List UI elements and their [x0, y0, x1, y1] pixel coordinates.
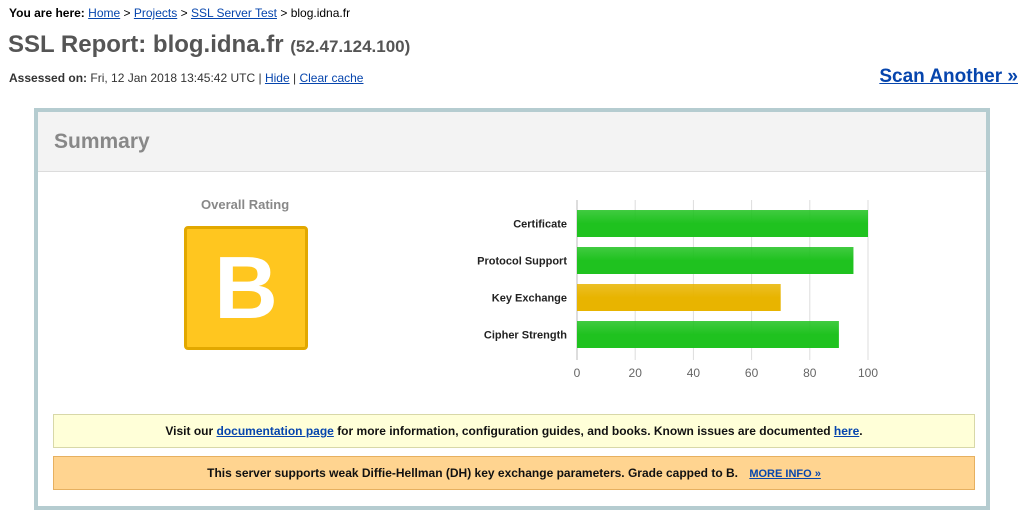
docs-text-a: Visit our	[165, 424, 214, 438]
x-tick-label: 0	[574, 366, 581, 380]
rating-bar-chart: 0 20 40 60 80 100 Certificate Protocol Support K…	[477, 200, 878, 380]
breadcrumb-separator: >	[123, 6, 131, 20]
breadcrumb-separator: >	[280, 6, 288, 20]
docs-text-b: for more information, configuration guid…	[337, 424, 831, 438]
assessment-info: Assessed on: Fri, 12 Jan 2018 13:45:42 U…	[9, 71, 363, 85]
category-label: Cipher Strength	[484, 330, 567, 342]
server-ip: (52.47.124.100)	[290, 37, 411, 56]
breadcrumb-ssl-test-link[interactable]: SSL Server Test	[191, 6, 277, 20]
x-tick-label: 60	[745, 366, 759, 380]
scan-another-link[interactable]: Scan Another »	[879, 66, 1018, 88]
separator: |	[292, 71, 297, 85]
bar-protocol-support	[577, 247, 854, 274]
breadcrumb-current: blog.idna.fr	[290, 6, 351, 20]
docs-text-c: .	[859, 424, 863, 438]
more-info-link[interactable]: MORE INFO »	[749, 468, 821, 480]
documentation-notice: Visit our documentation page for more in…	[53, 414, 975, 448]
category-label: Key Exchange	[492, 293, 567, 305]
overall-rating-label: Overall Rating	[201, 197, 290, 212]
bar-cipher-strength	[577, 321, 839, 348]
x-tick-label: 100	[858, 366, 878, 380]
bar-certificate	[577, 210, 868, 237]
bar-key-exchange	[577, 284, 781, 311]
page-title: SSL Report: blog.idna.fr (52.47.124.100)	[8, 31, 410, 59]
assessed-label: Assessed on:	[9, 71, 88, 85]
breadcrumb-home-link[interactable]: Home	[88, 6, 120, 20]
separator: |	[258, 71, 262, 85]
dh-warning-notice: This server supports weak Diffie-Hellman…	[53, 456, 975, 490]
hide-link[interactable]: Hide	[265, 71, 290, 85]
summary-panel: Summary Overall Rating B 0 20 40 60 80 100 Cer…	[34, 108, 990, 510]
documentation-page-link[interactable]: documentation page	[217, 424, 334, 438]
breadcrumb-projects-link[interactable]: Projects	[134, 6, 177, 20]
assessed-date: Fri, 12 Jan 2018 13:45:42 UTC	[90, 71, 256, 85]
summary-heading: Summary	[54, 130, 150, 153]
category-label: Certificate	[513, 219, 567, 231]
breadcrumb-prefix: You are here:	[9, 6, 85, 20]
summary-header: Summary	[38, 112, 986, 172]
dh-warning-text: This server supports weak Diffie-Hellman…	[207, 466, 738, 480]
x-tick-label: 80	[803, 366, 817, 380]
x-tick-label: 20	[629, 366, 643, 380]
grade-badge: B	[184, 226, 308, 350]
report-title: SSL Report: blog.idna.fr	[8, 31, 284, 58]
grade-letter: B	[214, 238, 278, 337]
x-tick-label: 40	[687, 366, 701, 380]
category-label: Protocol Support	[477, 256, 567, 268]
breadcrumb: You are here: Home > Projects > SSL Serv…	[9, 6, 350, 20]
clear-cache-link[interactable]: Clear cache	[299, 71, 363, 85]
breadcrumb-separator: >	[180, 6, 188, 20]
known-issues-here-link[interactable]: here	[834, 424, 859, 438]
